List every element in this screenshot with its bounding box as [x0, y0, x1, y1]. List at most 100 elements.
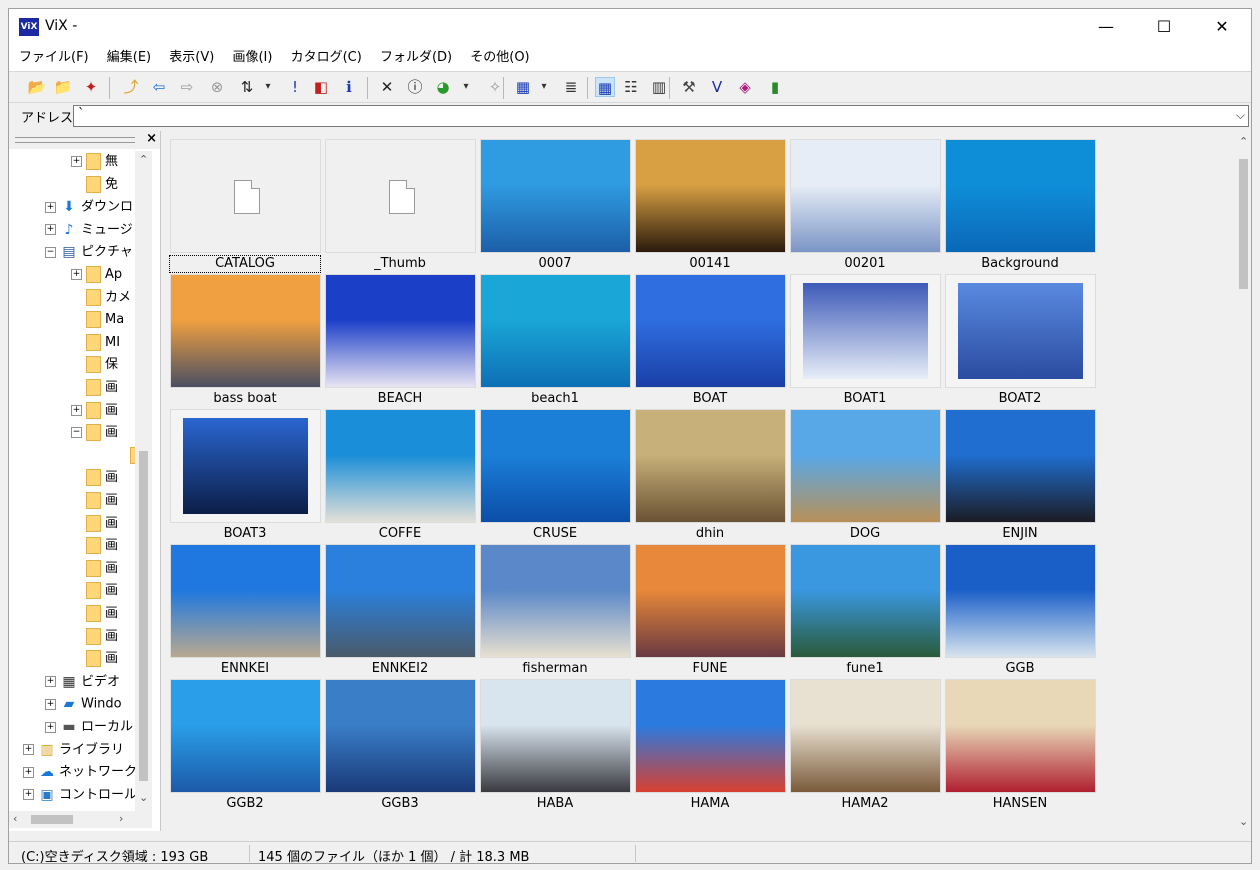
- tree-folder-item[interactable]: + 無: [71, 151, 118, 173]
- address-dropdown-icon[interactable]: ⌵: [1236, 108, 1245, 123]
- sort-dropdown-icon[interactable]: ▾: [263, 77, 273, 97]
- large-thumbnails-icon[interactable]: ▦: [595, 77, 615, 97]
- tree-folder-item[interactable]: 画: [71, 580, 118, 602]
- book-icon[interactable]: ◈: [735, 77, 755, 97]
- thumbnail-item[interactable]: GGB: [944, 544, 1096, 678]
- thumbnail-scroll-thumb[interactable]: [1239, 159, 1248, 289]
- thumbnail-item[interactable]: GGB3: [324, 679, 476, 813]
- thumbnail-item[interactable]: bass boat: [169, 274, 321, 408]
- thumbnail-vertical-scrollbar[interactable]: ⌃ ⌄: [1235, 131, 1251, 831]
- details-icon[interactable]: ☷: [621, 77, 641, 97]
- thumbnail-item[interactable]: HAMA: [634, 679, 786, 813]
- info-icon[interactable]: ℹ: [339, 77, 359, 97]
- scroll-down-icon[interactable]: ⌄: [1239, 815, 1248, 828]
- close-button[interactable]: ✕: [1193, 9, 1251, 45]
- color-dropdown-icon[interactable]: ▾: [461, 77, 471, 97]
- tree-folder-item[interactable]: 画: [71, 558, 118, 580]
- tree-item-video[interactable]: + ▦ ビデオ: [45, 671, 120, 693]
- tree-folder-item[interactable]: 画: [71, 626, 118, 648]
- tree-item-windows[interactable]: + ▰ Windo: [45, 693, 122, 715]
- thumbnail-item[interactable]: dhin: [634, 409, 786, 543]
- tree-vertical-scrollbar[interactable]: ⌃ ⌄: [135, 151, 152, 811]
- thumbnail-item[interactable]: BEACH: [324, 274, 476, 408]
- tree-expander-icon[interactable]: +: [71, 156, 82, 167]
- tree-folder-item[interactable]: [115, 445, 135, 467]
- columns-icon[interactable]: ▥: [649, 77, 669, 97]
- scroll-up-icon[interactable]: ⌃: [1239, 135, 1248, 148]
- tree-folder-item[interactable]: MI: [71, 332, 120, 354]
- tree-expander-icon[interactable]: +: [23, 766, 34, 778]
- tree-scroll-thumb[interactable]: [139, 451, 148, 781]
- thumbnail-item[interactable]: CRUSE: [479, 409, 631, 543]
- thumbnail-item[interactable]: HAMA2: [789, 679, 941, 813]
- tree-folder-item[interactable]: 保: [71, 354, 118, 376]
- up-folder-icon[interactable]: ⤴: [121, 77, 141, 97]
- thumbnail-item[interactable]: ENJIN: [944, 409, 1096, 543]
- tree-expander-icon[interactable]: −: [45, 246, 56, 258]
- menu-file[interactable]: ファイル(F): [12, 45, 96, 71]
- tree-expander-icon[interactable]: +: [45, 721, 56, 733]
- forward-arrow-icon[interactable]: ⇨: [177, 77, 197, 97]
- thumbnail-item[interactable]: COFFE: [324, 409, 476, 543]
- tree-folder-item[interactable]: カメ: [71, 287, 131, 309]
- tree-expander-icon[interactable]: +: [23, 789, 34, 801]
- thumbnail-item[interactable]: HANSEN: [944, 679, 1096, 813]
- slideshow-icon[interactable]: ✦: [81, 77, 101, 97]
- color-icon[interactable]: ◕: [433, 77, 453, 97]
- thumbnail-item[interactable]: 00201: [789, 139, 941, 273]
- menu-edit[interactable]: 編集(E): [100, 45, 158, 71]
- minimize-button[interactable]: —: [1077, 9, 1135, 45]
- tree-item-library[interactable]: + ▥ ライブラリ: [23, 739, 124, 761]
- tree-expander-icon[interactable]: +: [23, 744, 34, 756]
- tree-expander-icon[interactable]: +: [45, 676, 56, 688]
- pane-grip[interactable]: [15, 137, 135, 143]
- tree-item-drive[interactable]: + ▬ ローカル: [45, 716, 133, 738]
- thumbnail-item[interactable]: FUNE: [634, 544, 786, 678]
- tree-folder-item[interactable]: 画: [71, 513, 118, 535]
- menu-image[interactable]: 画像(I): [225, 45, 279, 71]
- exclamation-icon[interactable]: !: [285, 77, 305, 97]
- tree-expander-icon[interactable]: +: [71, 269, 82, 280]
- menu-catalog[interactable]: カタログ(C): [284, 45, 369, 71]
- thumbnail-item[interactable]: HABA: [479, 679, 631, 813]
- address-input[interactable]: `: [73, 105, 1249, 127]
- thumbnail-item[interactable]: DOG: [789, 409, 941, 543]
- vix-icon[interactable]: V: [707, 77, 727, 97]
- tree-folder-item[interactable]: 画: [71, 377, 118, 399]
- thumbnail-item[interactable]: Background: [944, 139, 1096, 273]
- thumbnail-item[interactable]: fune1: [789, 544, 941, 678]
- delete-icon[interactable]: ✕: [377, 77, 397, 97]
- tree-folder-item[interactable]: 画: [71, 467, 118, 489]
- tree-item-network[interactable]: + ☁ ネットワーク: [23, 761, 135, 783]
- thumbnail-item[interactable]: ENNKEI: [169, 544, 321, 678]
- tree-item-music[interactable]: + ♪ ミュージ: [45, 219, 133, 241]
- menu-view[interactable]: 表示(V): [162, 45, 221, 71]
- thumbnail-item[interactable]: GGB2: [169, 679, 321, 813]
- tree-expander-icon[interactable]: +: [45, 698, 56, 710]
- scroll-right-icon[interactable]: ›: [119, 812, 123, 825]
- properties-icon[interactable]: ⓘ: [405, 77, 425, 97]
- back-arrow-icon[interactable]: ⇦: [149, 77, 169, 97]
- thumbnail-item[interactable]: _Thumb: [324, 139, 476, 273]
- new-folder-icon[interactable]: 📁: [53, 77, 73, 97]
- tree-folder-item[interactable]: 画: [71, 490, 118, 512]
- tree-hscroll-thumb[interactable]: [31, 815, 73, 824]
- tree-folder-item[interactable]: + 画: [71, 400, 118, 422]
- tree-expander-icon[interactable]: +: [71, 404, 82, 416]
- exit-icon[interactable]: ▮: [765, 77, 785, 97]
- tools-icon[interactable]: ⚒: [679, 77, 699, 97]
- tree-expander-icon[interactable]: +: [45, 224, 56, 236]
- thumbnail-item[interactable]: beach1: [479, 274, 631, 408]
- preview-icon[interactable]: ◧: [311, 77, 331, 97]
- stop-icon[interactable]: ⊗: [207, 77, 227, 97]
- thumbnail-item[interactable]: 00141: [634, 139, 786, 273]
- tree-close-icon[interactable]: ×: [146, 131, 157, 146]
- tree-folder-item[interactable]: 画: [71, 535, 118, 557]
- thumbnail-item[interactable]: BOAT1: [789, 274, 941, 408]
- view-menu-icon[interactable]: ▦: [513, 77, 533, 97]
- thumbnail-item[interactable]: BOAT: [634, 274, 786, 408]
- tree-folder-item[interactable]: − 画: [71, 422, 118, 444]
- thumbnail-item[interactable]: ENNKEI2: [324, 544, 476, 678]
- scroll-up-icon[interactable]: ⌃: [139, 153, 148, 166]
- tree-folder-item[interactable]: + Ap: [71, 264, 122, 286]
